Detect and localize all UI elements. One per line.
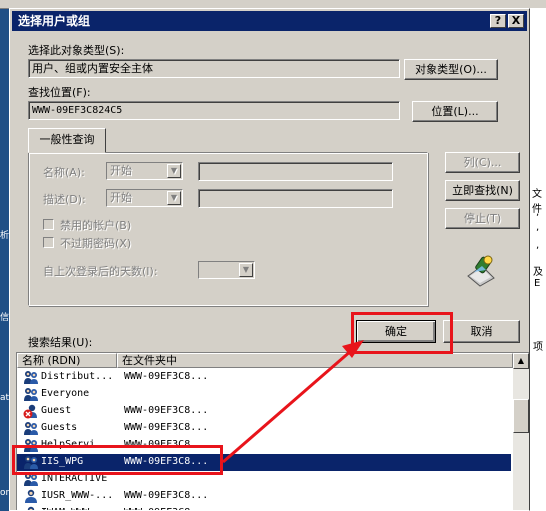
cancel-button[interactable]: 取消 (443, 320, 520, 343)
chevron-down-icon: ▼ (239, 263, 253, 277)
bg-fragment: , (536, 222, 540, 233)
description-match-select[interactable]: 开始 ▼ (106, 189, 183, 207)
bg-fragment: 信 (0, 313, 10, 323)
dialog-title: 选择用户或组 (18, 14, 91, 28)
name-input[interactable] (198, 162, 393, 181)
columns-button[interactable]: 列(C)... (445, 152, 520, 173)
scroll-up-button[interactable]: ▲ (513, 353, 529, 369)
bg-fragment: at (0, 393, 10, 403)
find-now-button[interactable]: 立即查找(N) (445, 180, 520, 201)
group-icon (23, 387, 39, 402)
result-row[interactable]: Distribut... WWW-09EF3C8... (17, 369, 511, 386)
group-icon (23, 472, 39, 487)
ok-button[interactable]: 确定 (356, 320, 436, 343)
user-icon (23, 489, 39, 504)
bg-fragment: 析 (0, 231, 10, 241)
group-icon (23, 421, 39, 436)
result-folder: WWW-09EF3C8... (124, 371, 209, 382)
result-name: HelpServi... (41, 439, 114, 450)
bg-fragment: E (534, 278, 541, 289)
bg-fragment: 项 (533, 342, 543, 353)
dialog-titlebar[interactable]: 选择用户或组 ? X (12, 11, 527, 31)
group-icon (23, 455, 39, 470)
result-folder: WWW-09EF3C8... (124, 422, 209, 433)
result-name: Everyone (41, 388, 90, 399)
location-label: 查找位置(F): (28, 86, 91, 99)
result-folder: WWW-09EF3C8... (124, 507, 208, 510)
days-since-login-label: 自上次登录后的天数(I): (43, 265, 158, 278)
result-name: IIS_WPG (41, 456, 84, 467)
result-row[interactable]: IIS_WPG WWW-09EF3C8... (17, 454, 511, 471)
tab-common-queries[interactable]: 一般性查询 (28, 128, 106, 153)
close-button[interactable]: X (508, 14, 524, 28)
name-label: 名称(A): (43, 166, 85, 179)
result-row[interactable]: IUSR_WWW-... WWW-09EF3C8... (17, 488, 511, 505)
result-name: Guest (41, 405, 72, 416)
column-header-folder[interactable]: 在文件夹中 (117, 353, 513, 368)
disabled-accounts-label: 禁用的帐户(B) (60, 219, 132, 232)
result-folder: WWW-09EF3C8... (124, 490, 209, 501)
search-results-list[interactable]: 名称 (RDN) 在文件夹中 Distribut... WWW-09EF3C8..… (16, 352, 529, 510)
column-header-name[interactable]: 名称 (RDN) (17, 353, 117, 368)
location-field: WWW-09EF3C824C5 (28, 101, 400, 120)
result-name: Distribut... (41, 371, 114, 382)
results-scrollbar[interactable]: ▲ (513, 353, 529, 510)
result-name: IUSR_WWW-... (41, 490, 114, 501)
result-row[interactable]: HelpServi... WWW-09EF3C8... (17, 437, 511, 454)
result-row[interactable]: IWAM_WWW-... WWW-09EF3C8... (17, 505, 511, 510)
search-results-label: 搜索结果(U): (28, 336, 93, 349)
non-expiring-password-label: 不过期密码(X) (60, 237, 132, 250)
disabled-accounts-checkbox[interactable] (43, 219, 54, 230)
result-row[interactable]: Everyone (17, 386, 511, 403)
name-match-select[interactable]: 开始 ▼ (106, 162, 183, 180)
object-types-button[interactable]: 对象类型(O)... (404, 59, 498, 80)
result-folder: WWW-09EF3C8... (124, 405, 209, 416)
user-icon (23, 506, 39, 510)
result-folder: WWW-09EF3C8... (124, 456, 209, 467)
disabled-user-icon (23, 404, 39, 419)
object-type-field: 用户、组或内置安全主体 (28, 59, 400, 78)
bg-fragment: , (536, 207, 540, 218)
object-type-label: 选择此对象类型(S): (28, 44, 125, 57)
stop-button[interactable]: 停止(T) (445, 208, 520, 229)
chevron-down-icon: ▼ (167, 191, 181, 205)
group-icon (23, 438, 39, 453)
description-label: 描述(D): (43, 193, 86, 206)
result-folder: WWW-09EF3C8... (124, 439, 209, 450)
result-name: IWAM_WWW-... (41, 507, 113, 510)
result-row[interactable]: Guests WWW-09EF3C8... (17, 420, 511, 437)
scroll-thumb[interactable] (513, 399, 529, 433)
result-row[interactable]: Guest WWW-09EF3C8... (17, 403, 511, 420)
help-button[interactable]: ? (490, 14, 506, 28)
result-name: Guests (41, 422, 78, 433)
result-name: INTERACTIVE (41, 473, 108, 484)
bg-fragment: 及 (533, 267, 543, 278)
group-icon (23, 370, 39, 385)
search-flashlight-icon (464, 254, 498, 288)
days-since-login-select[interactable]: ▼ (198, 261, 255, 279)
description-input[interactable] (198, 189, 393, 208)
bg-fragment: , (536, 240, 540, 251)
chevron-down-icon: ▼ (167, 164, 181, 178)
background-window-right-panel (528, 8, 546, 511)
locations-button[interactable]: 位置(L)... (412, 101, 498, 122)
result-row[interactable]: INTERACTIVE (17, 471, 511, 488)
non-expiring-password-checkbox[interactable] (43, 237, 54, 248)
select-users-dialog: 选择用户或组 ? X 选择此对象类型(S): 用户、组或内置安全主体 对象类型(… (9, 8, 530, 511)
